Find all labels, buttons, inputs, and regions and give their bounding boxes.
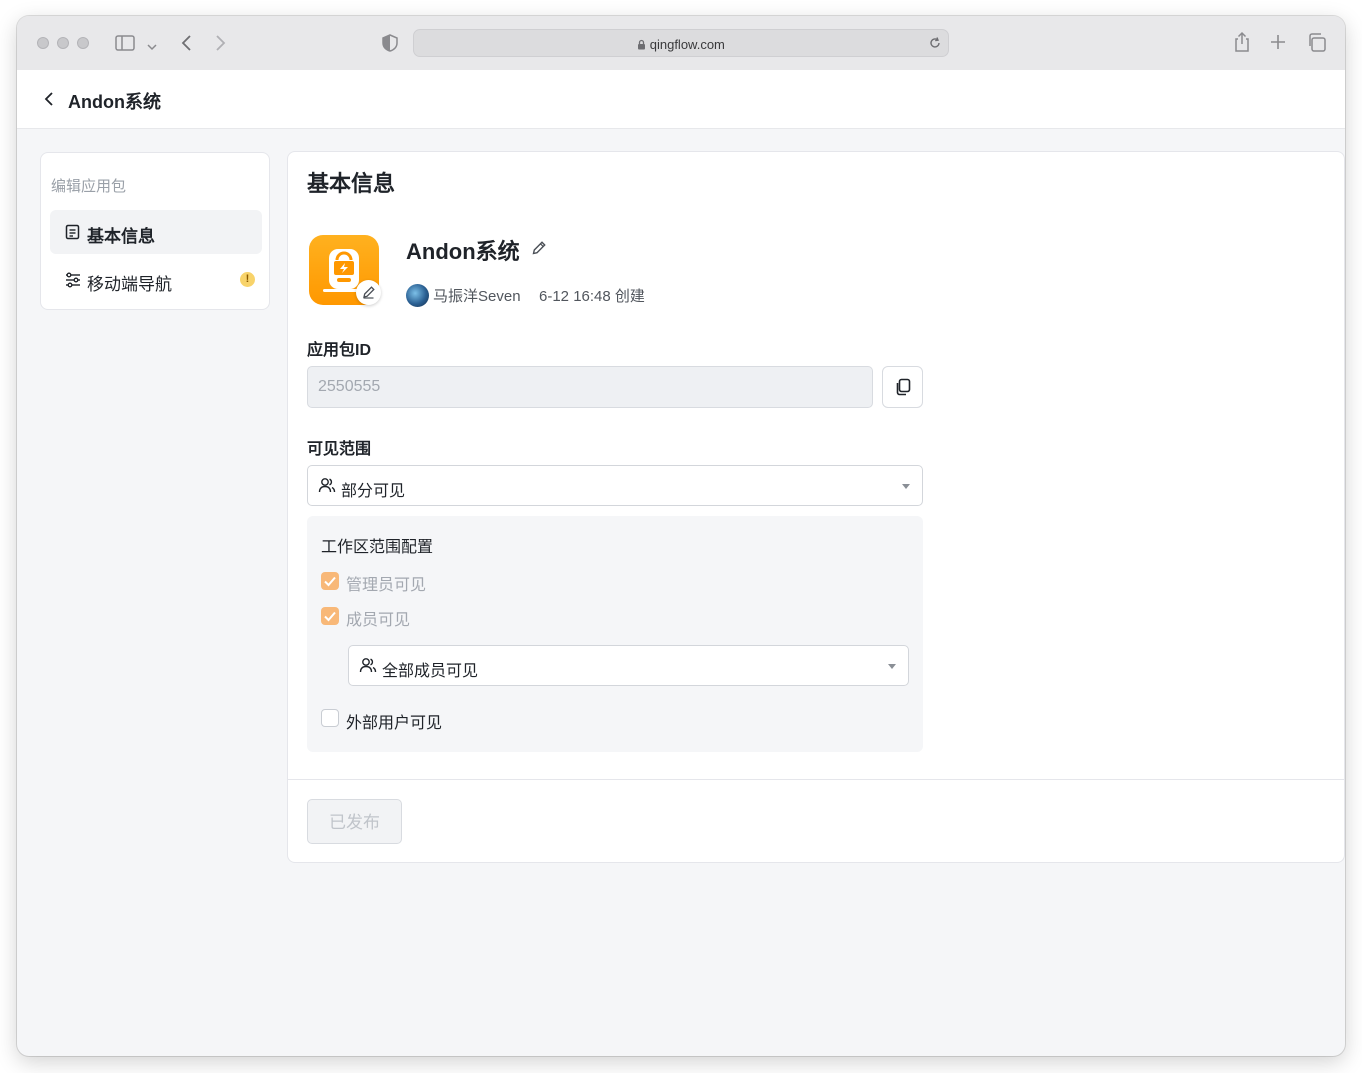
package-id-label: 应用包ID — [307, 342, 372, 359]
package-id-field[interactable] — [307, 366, 873, 408]
tab-overview-icon[interactable] — [1307, 33, 1326, 57]
app-icon[interactable] — [309, 235, 381, 305]
caret-down-icon — [902, 484, 910, 489]
warning-icon: ! — [240, 272, 255, 287]
member-visible-checkbox[interactable] — [321, 607, 339, 625]
workspace-config-panel: 工作区范围配置 管理员可见 成员可见 全部成员可见 外部用户可见 — [307, 516, 923, 752]
lock-icon — [637, 37, 650, 52]
browser-toolbar: qingflow.com — [17, 16, 1345, 71]
admin-visible-checkbox[interactable] — [321, 572, 339, 590]
caret-down-icon — [888, 664, 896, 669]
member-scope-select[interactable]: 全部成员可见 — [348, 645, 909, 686]
admin-visible-label: 管理员可见 — [346, 577, 427, 594]
external-visible-checkbox[interactable] — [321, 709, 339, 727]
sidebar-section-label: 编辑应用包 — [51, 178, 127, 195]
sidebar-toggle-icon[interactable] — [115, 35, 135, 56]
zoom-window-button[interactable] — [77, 37, 89, 49]
check-icon — [324, 576, 336, 587]
creator-name: 马振洋Seven — [433, 288, 521, 305]
visibility-select-value: 部分可见 — [341, 483, 406, 500]
copy-button[interactable] — [882, 366, 923, 408]
document-icon — [65, 224, 80, 245]
member-visible-label: 成员可见 — [346, 612, 411, 629]
sidebar: 编辑应用包 基本信息 移动端导航 ! — [40, 152, 270, 310]
shield-icon[interactable] — [382, 34, 398, 57]
sidebar-item-label: 移动端导航 — [87, 275, 172, 294]
page-header: Andon系统 — [17, 70, 1345, 129]
users-icon — [359, 657, 377, 678]
avatar — [406, 284, 429, 307]
app-name: Andon系统 — [406, 239, 520, 264]
address-bar[interactable]: qingflow.com — [413, 29, 949, 57]
back-nav-icon[interactable] — [180, 34, 192, 57]
reload-icon[interactable] — [928, 36, 942, 55]
external-visible-label: 外部用户可见 — [346, 715, 443, 732]
sidebar-item-mobile-nav[interactable]: 移动端导航 ! — [50, 258, 262, 302]
workspace-config-title: 工作区范围配置 — [321, 539, 434, 556]
sidebar-item-basic-info[interactable]: 基本信息 — [50, 210, 262, 254]
section-title: 基本信息 — [307, 171, 396, 196]
visibility-select[interactable]: 部分可见 — [307, 465, 923, 506]
edit-app-icon-button[interactable] — [356, 280, 381, 305]
member-scope-value: 全部成员可见 — [382, 663, 479, 680]
users-icon — [318, 477, 336, 498]
created-time: 6-12 16:48 创建 — [539, 288, 645, 305]
pencil-icon[interactable] — [531, 240, 547, 261]
page-title[interactable]: Andon系统 — [68, 88, 161, 114]
footer-divider — [288, 779, 1344, 780]
minimize-window-button[interactable] — [57, 37, 69, 49]
forward-nav-icon[interactable] — [215, 34, 227, 57]
back-arrow-icon[interactable] — [44, 91, 54, 112]
sliders-icon — [65, 272, 81, 293]
sidebar-item-label: 基本信息 — [87, 227, 155, 246]
visibility-label: 可见范围 — [307, 441, 372, 458]
copy-icon — [896, 378, 911, 396]
pencil-icon — [363, 286, 375, 299]
new-tab-icon[interactable] — [1270, 34, 1286, 55]
browser-window: qingflow.com Andon系统 编辑应用包 基本信息 移动端导航 ! … — [17, 16, 1345, 1056]
check-icon — [324, 611, 336, 622]
chevron-down-icon[interactable] — [147, 38, 157, 56]
close-window-button[interactable] — [37, 37, 49, 49]
main-panel: 基本信息 Andon系统 马振洋Seven 6-12 16:48 创建 应用包I… — [287, 151, 1345, 863]
url-text: qingflow.com — [649, 37, 725, 52]
publish-button[interactable]: 已发布 — [307, 799, 402, 844]
share-icon[interactable] — [1233, 31, 1251, 58]
